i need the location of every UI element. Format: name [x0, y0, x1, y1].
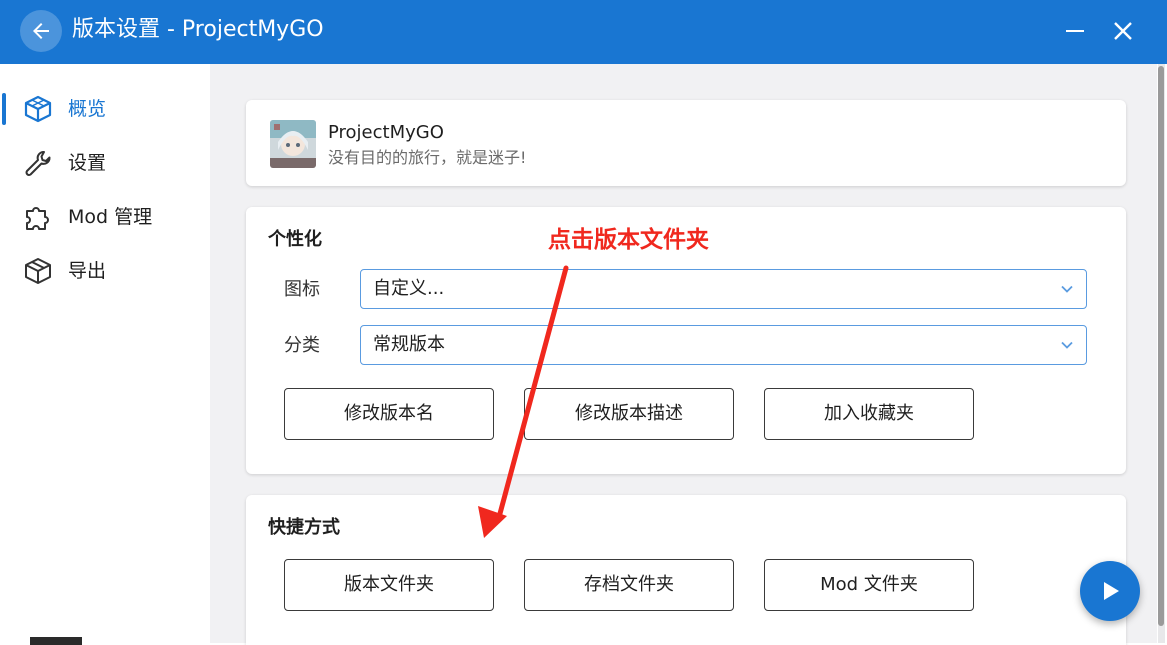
background-window-edge — [30, 637, 82, 645]
version-name: ProjectMyGO — [328, 122, 444, 143]
mods-folder-button[interactable]: Mod 文件夹 — [764, 559, 974, 611]
annotation-label: 点击版本文件夹 — [548, 227, 709, 253]
icon-select-value: 自定义... — [373, 278, 445, 299]
close-button[interactable] — [1108, 16, 1138, 46]
scrollbar-thumb[interactable] — [1158, 66, 1164, 626]
category-label: 分类 — [284, 335, 320, 356]
version-info-card: ProjectMyGO 没有目的的旅行，就是迷子! — [246, 100, 1126, 186]
icon-label: 图标 — [284, 279, 320, 300]
sidebar-item-mod-management[interactable]: Mod 管理 — [2, 197, 208, 237]
window-title: 版本设置 - ProjectMyGO — [72, 17, 324, 42]
sidebar-item-export[interactable]: 导出 — [2, 251, 208, 291]
minimize-button[interactable] — [1060, 16, 1090, 46]
active-indicator — [2, 93, 6, 125]
sidebar: 概览 设置 Mod 管理 导出 — [2, 64, 208, 643]
package-icon — [25, 258, 51, 284]
wrench-icon — [25, 151, 51, 176]
sidebar-item-label: 导出 — [68, 260, 107, 282]
icon-select[interactable]: 自定义... — [360, 269, 1087, 309]
sidebar-item-overview[interactable]: 概览 — [2, 89, 208, 129]
sidebar-item-settings[interactable]: 设置 — [2, 143, 208, 183]
category-select[interactable]: 常规版本 — [360, 325, 1087, 365]
version-description: 没有目的的旅行，就是迷子! — [328, 148, 527, 167]
rename-version-button[interactable]: 修改版本名 — [284, 388, 494, 440]
version-avatar — [270, 120, 316, 168]
edit-description-button[interactable]: 修改版本描述 — [524, 388, 734, 440]
title-bar: 版本设置 - ProjectMyGO — [0, 0, 1167, 64]
cube-outline-icon — [24, 95, 52, 123]
section-title: 个性化 — [268, 229, 322, 250]
play-icon — [1104, 582, 1119, 600]
sidebar-item-label: 设置 — [68, 152, 107, 174]
close-icon — [1114, 22, 1132, 40]
section-title: 快捷方式 — [268, 517, 340, 538]
arrow-left-icon — [33, 23, 49, 39]
launch-button[interactable] — [1080, 561, 1140, 621]
back-button[interactable] — [20, 10, 62, 52]
shortcuts-card: 快捷方式 版本文件夹 存档文件夹 Mod 文件夹 — [246, 495, 1126, 645]
chevron-down-icon — [1061, 341, 1073, 349]
version-folder-button[interactable]: 版本文件夹 — [284, 559, 494, 611]
sidebar-item-label: 概览 — [68, 98, 107, 120]
add-favorite-button[interactable]: 加入收藏夹 — [764, 388, 974, 440]
chevron-down-icon — [1061, 285, 1073, 293]
minimize-icon — [1066, 30, 1084, 32]
saves-folder-button[interactable]: 存档文件夹 — [524, 559, 734, 611]
category-select-value: 常规版本 — [373, 334, 445, 355]
puzzle-icon — [26, 207, 49, 230]
sidebar-item-label: Mod 管理 — [68, 206, 153, 228]
